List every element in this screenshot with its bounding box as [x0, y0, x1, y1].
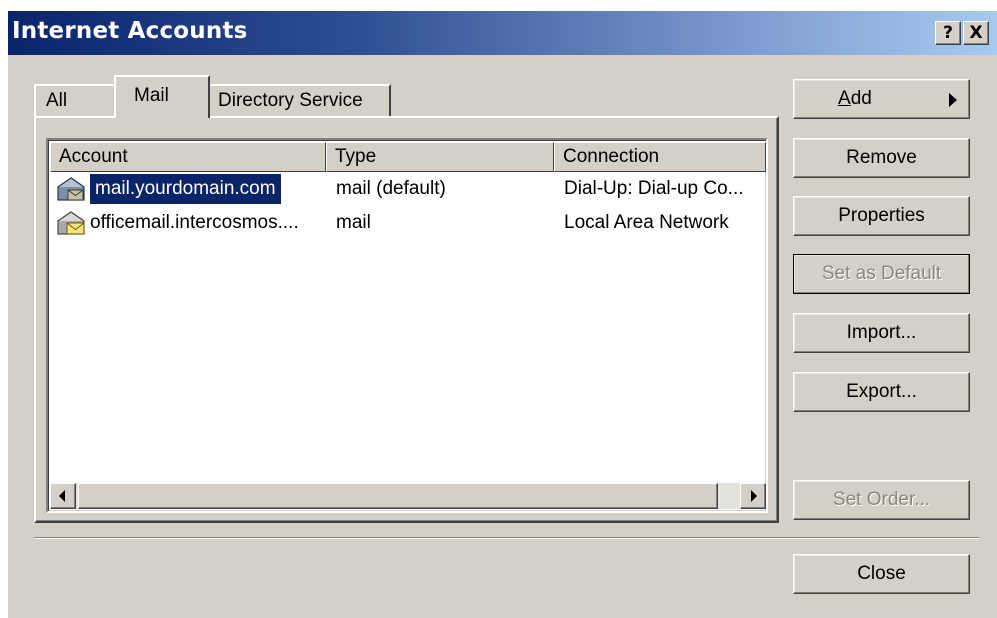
column-header-type[interactable]: Type [326, 142, 554, 172]
export-button[interactable]: Export... [793, 372, 970, 412]
tab-all[interactable]: All [34, 84, 118, 118]
account-connection: Local Area Network [564, 212, 729, 233]
scroll-right-button[interactable] [740, 483, 766, 509]
account-type: mail [336, 212, 371, 233]
account-name: officemail.intercosmos.... [90, 212, 299, 233]
help-button[interactable]: ? [935, 21, 961, 45]
column-header-account[interactable]: Account [50, 142, 326, 172]
arrow-left-icon [59, 490, 65, 502]
internet-accounts-dialog: Internet Accounts ? X All Mail Directory… [8, 11, 997, 618]
accounts-list[interactable]: Account Type Connection mail.yourdomain.… [46, 138, 768, 513]
account-type: mail (default) [336, 178, 446, 199]
tab-mail[interactable]: Mail [114, 75, 210, 118]
table-row[interactable]: officemail.intercosmos.... mail Local Ar… [50, 206, 766, 240]
table-row[interactable]: mail.yourdomain.com mail (default) Dial-… [50, 172, 766, 206]
import-button[interactable]: Import... [793, 313, 970, 353]
arrow-right-icon [751, 490, 757, 502]
horizontal-scrollbar[interactable] [50, 483, 766, 509]
title-bar[interactable]: Internet Accounts ? X [8, 11, 997, 55]
set-order-button[interactable]: Set Order... [793, 480, 970, 520]
separator-line [34, 537, 979, 539]
add-button[interactable]: Add [793, 79, 970, 119]
close-window-button[interactable]: X [963, 21, 989, 45]
account-name: mail.yourdomain.com [90, 174, 281, 204]
add-button-label: Add [838, 88, 872, 109]
set-as-default-button[interactable]: Set as Default [793, 254, 970, 294]
tab-directory-service[interactable]: Directory Service [208, 84, 391, 118]
account-connection: Dial-Up: Dial-up Co... [564, 178, 744, 199]
submenu-arrow-icon [949, 93, 957, 107]
window-title: Internet Accounts [12, 18, 248, 44]
scrollbar-thumb[interactable] [78, 483, 718, 509]
mail-account-icon [57, 211, 85, 235]
close-button[interactable]: Close [793, 554, 970, 594]
list-header: Account Type Connection [50, 142, 766, 172]
mail-account-default-icon [57, 177, 85, 201]
scroll-left-button[interactable] [50, 483, 76, 509]
remove-button[interactable]: Remove [793, 138, 970, 178]
properties-button[interactable]: Properties [793, 196, 970, 236]
column-header-connection[interactable]: Connection [554, 142, 766, 172]
